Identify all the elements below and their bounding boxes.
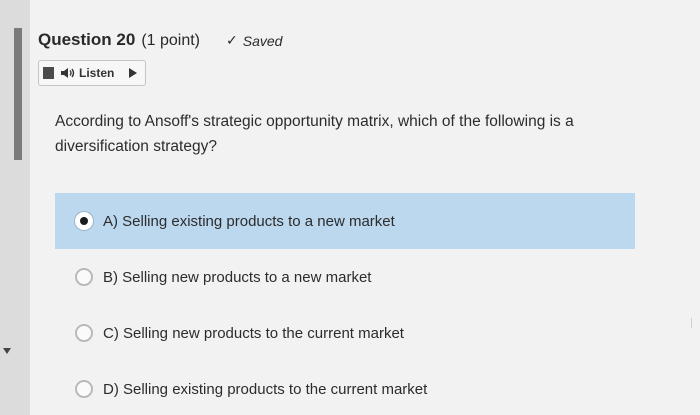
- question-text: According to Ansoff's strategic opportun…: [55, 113, 574, 155]
- answer-option-label: B) Selling new products to a new market: [103, 268, 372, 286]
- question-title: Question 20: [38, 30, 136, 49]
- answer-option-d[interactable]: D) Selling existing products to the curr…: [55, 361, 635, 415]
- page: Question 20 (1 point) ✓ Saved Listen Acc…: [0, 0, 700, 415]
- check-icon: ✓: [226, 32, 238, 48]
- radio-button-c[interactable]: [75, 324, 93, 342]
- answer-option-a[interactable]: A) Selling existing products to a new ma…: [55, 193, 635, 249]
- question-card: Question 20 (1 point) ✓ Saved Listen Acc…: [30, 0, 700, 415]
- listen-label: Listen: [79, 66, 115, 80]
- answer-option-b[interactable]: B) Selling new products to a new market: [55, 249, 635, 305]
- radio-button-d[interactable]: [75, 380, 93, 398]
- scroll-down-indicator-icon[interactable]: [3, 348, 11, 354]
- document-icon: [43, 67, 54, 79]
- answer-option-label: D) Selling existing products to the curr…: [103, 380, 428, 398]
- question-header: Question 20 (1 point) ✓ Saved: [38, 30, 282, 50]
- listen-widget: Listen: [38, 60, 146, 86]
- radio-button-b[interactable]: [75, 268, 93, 286]
- answer-option-c[interactable]: C) Selling new products to the current m…: [55, 305, 635, 361]
- play-button[interactable]: [128, 67, 138, 79]
- speaker-icon: [60, 67, 76, 79]
- saved-label: Saved: [242, 32, 283, 49]
- answer-option-label: C) Selling new products to the current m…: [103, 324, 404, 342]
- question-accent-bar: [14, 28, 22, 160]
- radio-button-a[interactable]: [75, 212, 93, 230]
- answer-options: A) Selling existing products to a new ma…: [55, 193, 635, 415]
- question-points: (1 point): [141, 32, 201, 49]
- right-edge-divider: [691, 318, 700, 328]
- answer-option-label: A) Selling existing products to a new ma…: [103, 212, 395, 230]
- saved-status: ✓ Saved: [226, 32, 282, 49]
- listen-button[interactable]: Listen: [58, 62, 116, 84]
- play-icon: [129, 68, 138, 78]
- left-sidebar-strip: [0, 0, 30, 415]
